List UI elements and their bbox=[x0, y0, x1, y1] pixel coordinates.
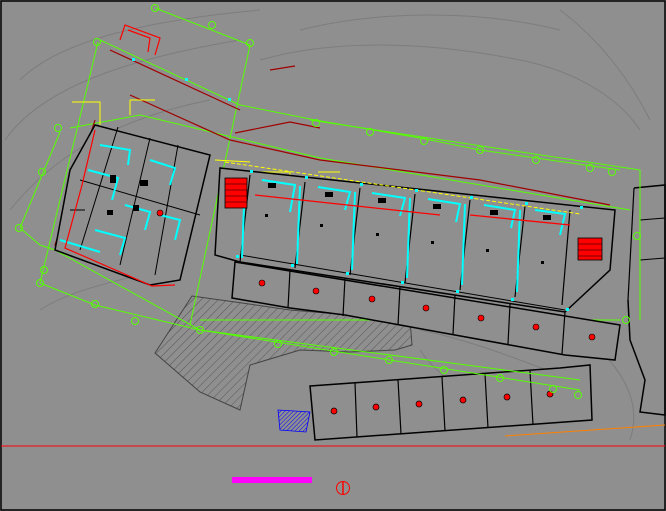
cad-viewport[interactable] bbox=[0, 0, 666, 511]
floor-plan-canvas[interactable] bbox=[0, 0, 666, 511]
right-building[interactable] bbox=[627, 184, 666, 416]
north-arrow-icon bbox=[336, 481, 350, 495]
drawing-title[interactable] bbox=[232, 477, 312, 483]
orange-boundary bbox=[504, 424, 666, 437]
